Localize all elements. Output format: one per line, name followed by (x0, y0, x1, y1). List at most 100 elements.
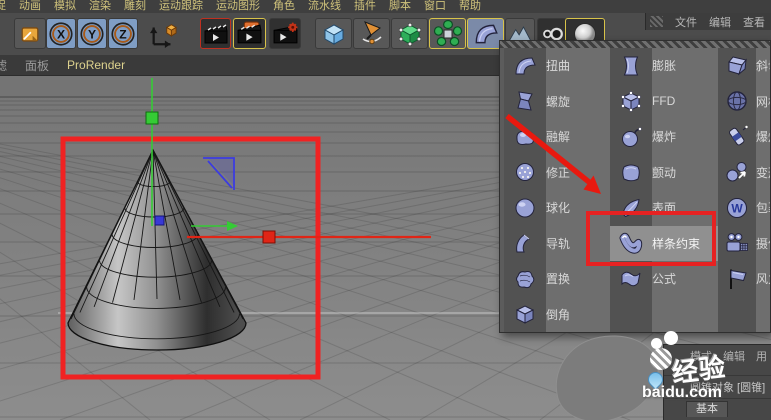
deformer-column-3: 斜切网格爆炸FX 变形 W 包裹摄像机风力 (718, 48, 770, 332)
menu-item-4[interactable]: 雕刻 (124, 0, 146, 13)
render-picture-viewer-icon (237, 21, 262, 44)
deformer-item-displace[interactable]: 置换 (504, 261, 610, 297)
deformer-item-formula[interactable]: 公式 (610, 261, 718, 297)
render-view-button[interactable] (200, 18, 231, 49)
deformer-item-label: 修正 (546, 165, 571, 180)
render-to-picture-viewer-button[interactable] (233, 18, 266, 49)
attribute-manager: 模式 编辑用 圆锥对象 [圆锥] 基本 (663, 344, 771, 420)
render-settings-icon (273, 22, 298, 44)
attr-menu-item-2[interactable]: 用 (756, 348, 767, 364)
deformer-item-melt[interactable]: 融解 (504, 119, 610, 155)
svg-text:Y: Y (88, 27, 96, 41)
menu-item-3[interactable]: 渲染 (89, 0, 111, 13)
cinema4d-window: 捉动画 模拟 渲染 雕刻 运动跟踪 运动图形 角色 流水线 插件 脚本 窗口 帮助 X Y Z (0, 0, 771, 420)
attribute-object-title: 圆锥对象 [圆锥] (664, 375, 771, 397)
coordinate-system-icon (21, 26, 39, 42)
deformer-item-label: 螺旋 (546, 94, 571, 109)
world-axes-button[interactable] (140, 18, 186, 49)
viewport-menu-panel[interactable]: 面板 (25, 57, 49, 74)
menu-item-7[interactable]: 角色 (273, 0, 295, 13)
attribute-tab-row: 基本 (664, 398, 771, 417)
camera-deformer-icon (718, 230, 756, 256)
melt-icon (504, 124, 546, 150)
attr-menu-item-0[interactable]: 模式 (690, 348, 712, 364)
deformer-item-bevel[interactable]: 倒角 (504, 297, 610, 333)
svg-text:Z: Z (119, 27, 127, 41)
rail-icon (504, 230, 546, 256)
deformer-item-ffd[interactable]: FFD (610, 84, 718, 120)
cloner-icon (433, 19, 462, 46)
spline-pen-button[interactable] (353, 18, 390, 49)
bulge-icon (610, 53, 652, 79)
viewport-menu-filter-partial[interactable]: 滤 (0, 57, 7, 74)
menu-item-12[interactable]: 帮助 (459, 0, 481, 13)
add-cube-button[interactable] (315, 18, 352, 49)
subdivision-surface-button[interactable] (391, 18, 428, 49)
lock-y-button[interactable]: Y (77, 18, 107, 49)
menu-item-2[interactable]: 模拟 (54, 0, 76, 13)
bend-icon (504, 53, 546, 79)
om-menu-item-2[interactable]: 查看 (743, 14, 765, 30)
spherify-icon (504, 195, 546, 221)
deformer-item-label: 颤动 (652, 165, 677, 180)
deformer-item-explosion[interactable]: 爆炸 (610, 119, 718, 155)
om-menu-item-0[interactable]: 文件 (675, 14, 697, 30)
cube-icon (323, 23, 344, 45)
attribute-menubar: 模式 编辑用 (664, 345, 771, 366)
lock-x-button[interactable]: X (46, 18, 76, 49)
palette-tearoff-handle[interactable] (500, 41, 770, 48)
deformer-item-explosionfx[interactable]: 爆炸FX (718, 119, 770, 155)
deformer-item-label: 倒角 (546, 307, 571, 322)
deformer-item-bulge[interactable]: 膨胀 (610, 48, 718, 84)
deformer-item-label: 置换 (546, 272, 571, 287)
panel-drag-handle-icon[interactable] (650, 16, 663, 27)
menu-item-10[interactable]: 脚本 (389, 0, 411, 13)
mograph-cloner-button[interactable] (429, 18, 466, 49)
tab-basic[interactable]: 基本 (686, 401, 728, 417)
viewport-menu-prorender[interactable]: ProRender (67, 58, 125, 72)
deformer-item-wind[interactable]: 风力 (718, 261, 770, 297)
deformer-item-label: FFD (652, 94, 676, 109)
deformer-item-jiggle[interactable]: 颤动 (610, 155, 718, 191)
explosion-icon (610, 124, 652, 150)
deformer-item-mesh[interactable]: 网格 (718, 84, 770, 120)
deformer-item-bend[interactable]: 扭曲 (504, 48, 610, 84)
deformer-item-label: 网格 (756, 94, 770, 109)
deformer-item-correction[interactable]: 修正 (504, 155, 610, 191)
lock-z-button[interactable]: Z (108, 18, 138, 49)
deformer-item-camera-deformer[interactable]: 摄像机 (718, 226, 770, 262)
deformer-item-morph[interactable]: 变形 (718, 155, 770, 191)
mesh-icon (718, 88, 756, 114)
lock-x-icon: X (49, 21, 73, 46)
deformer-item-label: 爆炸 (652, 130, 677, 145)
deformer-item-wrap[interactable]: W 包裹 (718, 190, 770, 226)
lock-z-icon: Z (111, 21, 135, 46)
menu-item-11[interactable]: 窗口 (424, 0, 446, 13)
deformer-item-label: 斜切 (756, 59, 770, 74)
deformer-item-label: 爆炸FX (756, 130, 770, 145)
deformer-item-label: 风力 (756, 272, 770, 287)
svg-text:X: X (57, 27, 65, 41)
bevel-icon (504, 301, 546, 327)
displace-icon (504, 266, 546, 292)
deformer-item-twist[interactable]: 螺旋 (504, 84, 610, 120)
deformer-item-label: 融解 (546, 130, 571, 145)
om-menu-item-1[interactable]: 编辑 (709, 14, 731, 30)
menu-item-1[interactable]: 动画 (19, 0, 41, 13)
coordinate-system-button[interactable] (14, 18, 46, 49)
menu-item-5[interactable]: 运动跟踪 (159, 0, 203, 13)
menu-item-9[interactable]: 插件 (354, 0, 376, 13)
attr-menu-item-1[interactable]: 编辑 (723, 348, 745, 364)
menu-item-0[interactable]: 捉 (0, 0, 6, 13)
menu-item-6[interactable]: 运动图形 (216, 0, 260, 13)
main-menubar: 捉动画 模拟 渲染 雕刻 运动跟踪 运动图形 角色 流水线 插件 脚本 窗口 帮助 (0, 0, 771, 13)
deformer-item-shear[interactable]: 斜切 (718, 48, 770, 84)
menu-item-8[interactable]: 流水线 (308, 0, 341, 13)
deformer-palette-popup: 扭曲螺旋融解修正球化导轨置换倒角膨胀FFD爆炸颤动表面样条约束公式斜切网格爆炸F… (499, 40, 771, 333)
shear-icon (718, 53, 756, 79)
deformer-item-label: 包裹 (756, 201, 770, 216)
ffd-icon (610, 88, 652, 114)
object-manager-menubar: 文件 编辑 查看 (645, 13, 771, 30)
render-settings-button[interactable] (269, 18, 301, 49)
render-view-icon (204, 23, 228, 43)
